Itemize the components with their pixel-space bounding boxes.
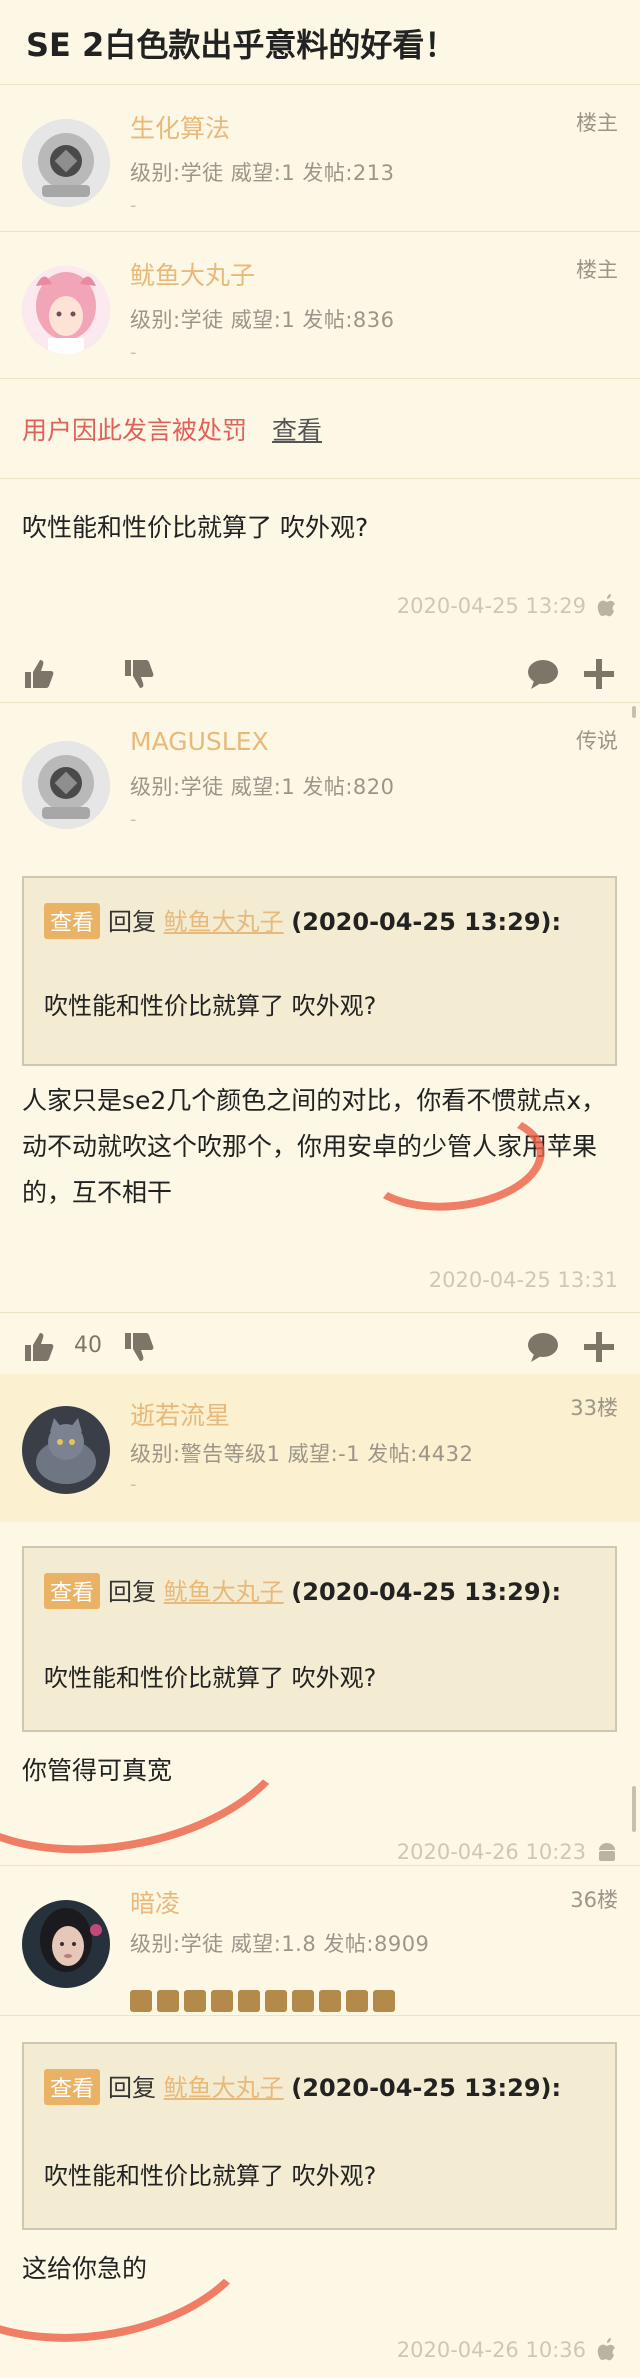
quote-header: 查看 回复 鱿鱼大丸子 (2020-04-25 13:29): [44,2068,561,2105]
user-signature: - [130,809,137,830]
thumb-up-icon[interactable] [22,657,56,691]
avatar[interactable] [22,741,110,829]
username[interactable]: MAGUSLEX [130,727,269,756]
apple-icon [597,2338,615,2361]
thumb-down-icon[interactable] [122,657,156,691]
quote-box: 查看 回复 鱿鱼大丸子 (2020-04-25 13:29): 吹性能和性价比就算… [22,876,617,1066]
thumb-up-icon[interactable] [22,1330,56,1364]
quote-user-link[interactable]: 鱿鱼大丸子 [164,1578,284,1606]
diving-helmet-avatar-icon [22,741,110,829]
floor-label: 楼主 [576,111,618,135]
user-meta: 级别:警告等级1 威望:-1 发帖:4432 [130,1442,474,1466]
quote-text: 吹性能和性价比就算了 吹外观? [44,992,377,1020]
quote-date: (2020-04-25 13:29): [291,2074,562,2102]
scrollbar[interactable] [632,1786,636,1832]
quote-date: (2020-04-25 13:29): [291,1578,562,1606]
user-meta: 级别:学徒 威望:1 发帖:213 [130,161,395,185]
quote-date: (2020-04-25 13:29): [291,908,562,936]
like-count: 40 [74,1333,102,1358]
quote-view-button[interactable]: 查看 [44,903,101,939]
quote-view-button[interactable]: 查看 [44,1573,101,1609]
avatar[interactable] [22,1406,110,1494]
post-body-1: 吹性能和性价比就算了 吹外观? [0,505,640,551]
user-signature: - [130,195,137,216]
user-signature: - [130,342,137,363]
post-action-bar-2: 40 [0,1318,640,1376]
username[interactable]: 逝若流星 [130,1396,230,1432]
girl-portrait-avatar-icon [22,1900,110,1988]
floor-label: 楼主 [576,258,618,282]
user-meta: 级别:学徒 威望:1 发帖:820 [130,775,395,799]
post-time: 2020-04-26 10:23 [396,1840,586,1864]
floor-label: 33楼 [570,1396,618,1420]
user-card-4[interactable]: 逝若流星 级别:警告等级1 威望:-1 发帖:4432 - 33楼 [0,1374,640,1522]
punish-view-link[interactable]: 查看 [272,411,322,447]
punish-notice: 用户因此发言被处罚 查看 [0,379,640,479]
punish-text: 用户因此发言被处罚 [22,416,248,445]
android-icon [599,1843,615,1861]
user-card-3[interactable]: MAGUSLEX 级别:学徒 威望:1 发帖:820 - 传说 [0,703,640,851]
quote-reply-label: 回复 [108,1578,157,1606]
user-card-2[interactable]: 鱿鱼大丸子 级别:学徒 威望:1 发帖:836 - 楼主 [0,232,640,379]
quote-user-link[interactable]: 鱿鱼大丸子 [164,908,284,936]
comment-icon[interactable] [526,657,560,691]
quote-view-button[interactable]: 查看 [44,2069,101,2105]
avatar[interactable] [22,1900,110,1988]
post-time: 2020-04-26 10:36 [396,2338,586,2362]
user-signature: - [130,1474,137,1495]
floor-label: 传说 [576,729,618,753]
post-text: 吹性能和性价比就算了 吹外观? [22,513,369,542]
quote-user-link[interactable]: 鱿鱼大丸子 [164,2074,284,2102]
quote-header: 查看 回复 鱿鱼大丸子 (2020-04-25 13:29): [44,1572,561,1609]
user-card-1[interactable]: 生化算法 级别:学徒 威望:1 发帖:213 - 楼主 [0,85,640,232]
post-action-bar [0,645,640,703]
user-meta: 级别:学徒 威望:1.8 发帖:8909 [130,1932,430,1956]
plus-icon[interactable] [582,1330,616,1364]
user-meta: 级别:学徒 威望:1 发帖:836 [130,308,395,332]
username[interactable]: 鱿鱼大丸子 [130,256,255,292]
diving-helmet-avatar-icon [22,119,110,207]
post-time: 2020-04-25 13:29 [396,594,586,618]
floor-label: 36楼 [570,1888,618,1912]
comment-icon[interactable] [526,1330,560,1364]
avatar[interactable] [22,119,110,207]
apple-icon [597,594,615,617]
quote-header: 查看 回复 鱿鱼大丸子 (2020-04-25 13:29): [44,902,561,939]
quote-reply-label: 回复 [108,908,157,936]
post-time: 2020-04-25 13:31 [428,1268,618,1292]
avatar[interactable] [22,266,110,354]
thumb-down-icon[interactable] [122,1330,156,1364]
quote-reply-label: 回复 [108,2074,157,2102]
cat-avatar-icon [22,1406,110,1494]
plus-icon[interactable] [582,657,616,691]
username[interactable]: 暗凌 [130,1884,180,1920]
thread-title: SE 2白色款出乎意料的好看！ [0,0,640,85]
username[interactable]: 生化算法 [130,109,230,145]
anime-girl-avatar-icon [22,266,110,354]
